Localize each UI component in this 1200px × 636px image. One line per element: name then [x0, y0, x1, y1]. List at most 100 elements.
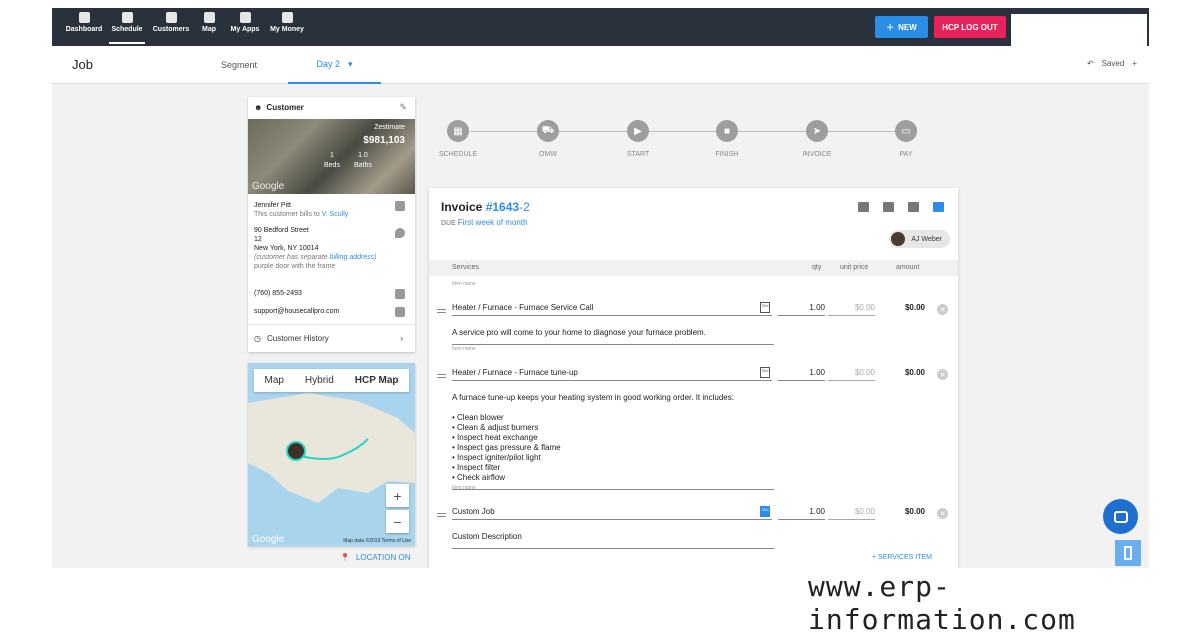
zoom-out-button[interactable]: − [386, 510, 409, 533]
preview-icon[interactable] [883, 202, 894, 212]
address-line-3: New York, NY 10014 [254, 245, 319, 252]
step-start[interactable]: ▶ START [608, 120, 668, 158]
phone-icon[interactable] [395, 289, 405, 299]
technician-avatar-pin[interactable] [286, 441, 306, 461]
top-right-blank-panel [1011, 14, 1147, 46]
bills-to-link[interactable]: V. Scully [322, 211, 349, 218]
item-name-label: Item name [452, 485, 476, 491]
item-description[interactable]: A furnace tune-up keeps your heating sys… [452, 393, 774, 490]
qty-input[interactable]: 1.00 [778, 507, 825, 520]
tax-checkbox[interactable]: TAX [760, 367, 770, 378]
step-invoice[interactable]: ➤ INVOICE [787, 120, 847, 158]
customer-phone[interactable]: (760) 855-2493 [254, 289, 302, 298]
side-panel-tab[interactable] [1115, 540, 1141, 566]
map-tab-hybrid[interactable]: Hybrid [305, 375, 334, 386]
step-label: INVOICE [802, 151, 832, 158]
item-name-input[interactable]: Heater / Furnace - Furnace Service Call [452, 303, 772, 316]
person-circle-icon: ☻ [254, 103, 263, 112]
drag-handle-icon[interactable] [437, 309, 446, 313]
nav-label: Dashboard [65, 26, 103, 33]
email-icon[interactable] [395, 307, 405, 317]
zoom-in-button[interactable]: + [386, 484, 409, 507]
gauge-icon [78, 12, 90, 23]
qty-input[interactable]: 1.00 [778, 368, 825, 381]
map-type-tabs: Map Hybrid HCP Map [254, 369, 409, 392]
amount-value: $0.00 [904, 507, 925, 516]
street-view-photo[interactable]: Zestimate $981,103 1 Beds 1.0 Baths Google [248, 119, 415, 194]
remove-item-icon[interactable]: ✕ [937, 304, 948, 315]
add-services-item-button[interactable]: + SERVICES ITEM [872, 554, 932, 561]
baths-info: 1.0 Baths [354, 151, 372, 171]
edit-pencil-icon[interactable]: ✎ [399, 102, 407, 113]
job-progress-steps: ▦ SCHEDULE ⛟ OMW ▶ START ■ FINISH ➤ INVOICE ▭… [428, 120, 958, 170]
nav-schedule[interactable]: Schedule [105, 12, 149, 44]
chevron-right-icon: › [400, 334, 403, 343]
item-name-input[interactable]: Custom Job [452, 507, 772, 520]
map-attribution[interactable]: Map data ©2019 Terms of Use [343, 538, 411, 544]
customer-header: ☻ Customer [254, 103, 304, 112]
customer-history-link[interactable]: ◷ Customer History › [248, 324, 415, 352]
invoice-due: DUE First week of month [441, 218, 528, 227]
nav-my-apps[interactable]: My Apps [223, 12, 267, 33]
tab-day-2[interactable]: Day 2 ▾ [288, 46, 381, 84]
unit-price-input[interactable]: $0.00 [828, 368, 875, 381]
card-icon: ▭ [895, 120, 917, 142]
map-tab-map[interactable]: Map [264, 375, 283, 386]
tab-segment[interactable]: Segment [221, 60, 257, 70]
item-description[interactable]: A service pro will come to your home to … [452, 328, 774, 345]
header-qty: qty [812, 264, 822, 271]
qty-input[interactable]: 1.00 [778, 303, 825, 316]
invoice-suffix: -2 [519, 200, 530, 214]
print-icon[interactable] [908, 202, 919, 212]
history-icon: ◷ [254, 334, 261, 343]
invoice-actions [858, 202, 944, 212]
location-on-toggle[interactable]: 📍 LOCATION ON [340, 553, 411, 562]
step-finish[interactable]: ■ FINISH [697, 120, 757, 158]
step-pay[interactable]: ▭ PAY [876, 120, 936, 158]
map-tab-hcp-map[interactable]: HCP Map [355, 375, 399, 386]
app-window: Dashboard Schedule Customers Map My Apps… [52, 8, 1149, 568]
tax-checkbox-checked[interactable]: TAX [760, 506, 770, 517]
send-icon[interactable] [858, 202, 869, 212]
add-icon[interactable]: + [1132, 59, 1137, 68]
amount-value: $0.00 [904, 303, 925, 312]
stop-icon: ■ [716, 120, 738, 142]
undo-icon[interactable]: ↶ [1087, 59, 1094, 68]
tax-checkbox[interactable]: TAX [760, 302, 770, 313]
item-name-label: Item name [452, 346, 476, 352]
remove-item-icon[interactable]: ✕ [937, 369, 948, 380]
address-line-2: 12 [254, 236, 262, 243]
customer-history-label: Customer History [266, 334, 329, 343]
play-icon: ▶ [627, 120, 649, 142]
header-services: Services [452, 264, 479, 271]
unit-price-input[interactable]: $0.00 [828, 303, 875, 316]
remove-item-icon[interactable]: ✕ [937, 508, 948, 519]
assignee-chip[interactable]: AJ Weber [889, 230, 950, 248]
saved-label: Saved [1101, 59, 1125, 68]
billing-address-link[interactable]: billing address [330, 254, 375, 261]
step-schedule[interactable]: ▦ SCHEDULE [428, 120, 488, 158]
beds-value: 1 [330, 152, 334, 159]
item-description[interactable]: Custom Description [452, 532, 774, 549]
bills-to-prefix: This customer bills to [254, 211, 320, 218]
drag-handle-icon[interactable] [437, 513, 446, 517]
customer-email[interactable]: support@housecallpro.com [254, 307, 339, 316]
step-label: PAY [899, 151, 913, 158]
new-button[interactable]: ＋ NEW [875, 16, 928, 38]
invoice-title: Invoice #1643-2 [441, 200, 530, 214]
chevron-down-icon: ▾ [347, 58, 353, 69]
nav-dashboard[interactable]: Dashboard [62, 12, 106, 33]
map-card[interactable]: Map Hybrid HCP Map + − Google Map data ©… [248, 363, 415, 546]
item-name-label: Item name [452, 281, 476, 287]
baths-value: 1.0 [358, 152, 368, 159]
drag-handle-icon[interactable] [437, 374, 446, 378]
unit-price-input[interactable]: $0.00 [828, 507, 875, 520]
due-value-link[interactable]: First week of month [458, 218, 528, 227]
step-omw[interactable]: ⛟ OMW [518, 120, 578, 158]
invoice-title-label: Invoice [441, 200, 483, 214]
item-name-input[interactable]: Heater / Furnace - Furnace tune-up [452, 368, 772, 381]
chat-support-button[interactable] [1103, 499, 1138, 534]
nav-my-money[interactable]: My Money [265, 12, 309, 33]
logout-button[interactable]: HCP LOG OUT [934, 16, 1006, 38]
add-icon[interactable] [933, 202, 944, 212]
